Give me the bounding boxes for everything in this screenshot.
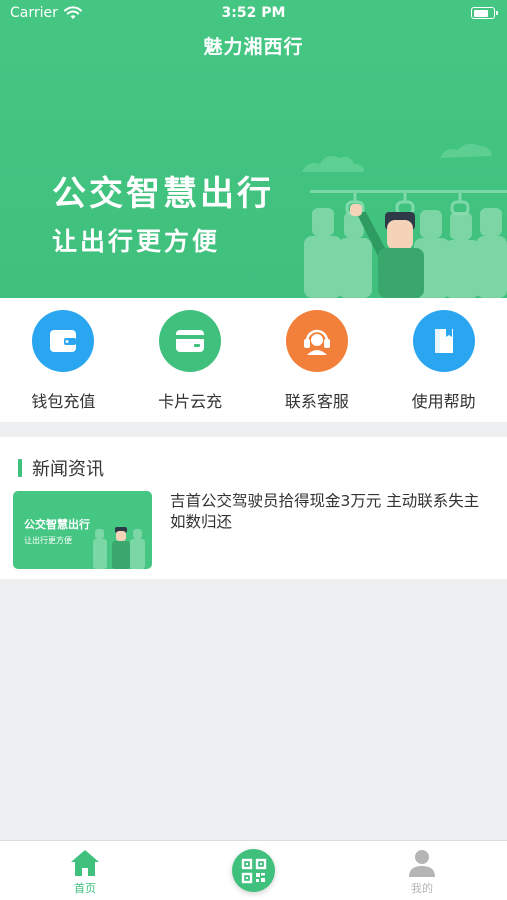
home-icon (71, 850, 99, 876)
quick-label-customer-service: 联系客服 (284, 392, 349, 411)
wallet-icon (32, 310, 95, 372)
news-header: 新闻资讯 (18, 455, 104, 481)
quick-item-help[interactable]: 使用帮助 (380, 298, 507, 422)
news-headline: 吉首公交驾驶员拾得现金3万元 主动联系失主如数归还 (170, 492, 480, 531)
quick-item-wallet-topup[interactable]: 钱包充值 (0, 298, 127, 422)
status-time: 3:52 PM (221, 5, 286, 21)
news-section: 新闻资讯 公交智慧出行 让出行更方便 吉首公交驾驶员拾得现金3万元 主动联系失主… (0, 437, 507, 579)
thumbnail-illustration (93, 527, 145, 569)
section-accent-bar (18, 459, 22, 477)
news-thumbnail: 公交智慧出行 让出行更方便 (13, 491, 152, 569)
status-bar: Carrier 3:52 PM (0, 0, 507, 28)
quick-item-customer-service[interactable]: 联系客服 (254, 298, 381, 422)
news-section-title: 新闻资讯 (32, 459, 104, 480)
quick-label-help: 使用帮助 (411, 392, 476, 411)
tab-mine[interactable]: 我的 (372, 841, 472, 900)
qr-code-icon (241, 858, 266, 883)
tab-home[interactable]: 首页 (35, 841, 135, 900)
bus-passengers-illustration (302, 143, 507, 298)
tab-home-label: 首页 (74, 882, 96, 895)
quick-label-wallet-topup: 钱包充值 (31, 392, 96, 411)
scan-qr-button[interactable] (232, 849, 275, 892)
quick-label-card-cloud-topup: 卡片云充 (158, 392, 223, 411)
thumbnail-headline: 公交智慧出行 (24, 518, 90, 531)
news-item[interactable]: 公交智慧出行 让出行更方便 吉首公交驾驶员拾得现金3万元 主动联系失主如数归还 (13, 491, 493, 571)
battery-level (473, 9, 488, 17)
tab-mine-label: 我的 (411, 882, 433, 895)
user-icon (409, 850, 435, 877)
banner-subheadline: 让出行更方便 (52, 227, 221, 256)
header-banner: Carrier 3:52 PM 魅力湘西行 公交智慧出行 让出行更方便 (0, 0, 507, 298)
card-icon (159, 310, 222, 372)
quick-actions: 钱包充值 卡片云充 联系客服 使用帮助 (0, 298, 507, 422)
banner-headline: 公交智慧出行 (52, 174, 274, 214)
headset-icon (285, 310, 348, 372)
page-title: 魅力湘西行 (203, 36, 304, 58)
quick-item-card-cloud-topup[interactable]: 卡片云充 (127, 298, 254, 422)
battery-icon (471, 7, 498, 19)
book-icon (412, 310, 475, 372)
thumbnail-subheadline: 让出行更方便 (24, 536, 72, 545)
